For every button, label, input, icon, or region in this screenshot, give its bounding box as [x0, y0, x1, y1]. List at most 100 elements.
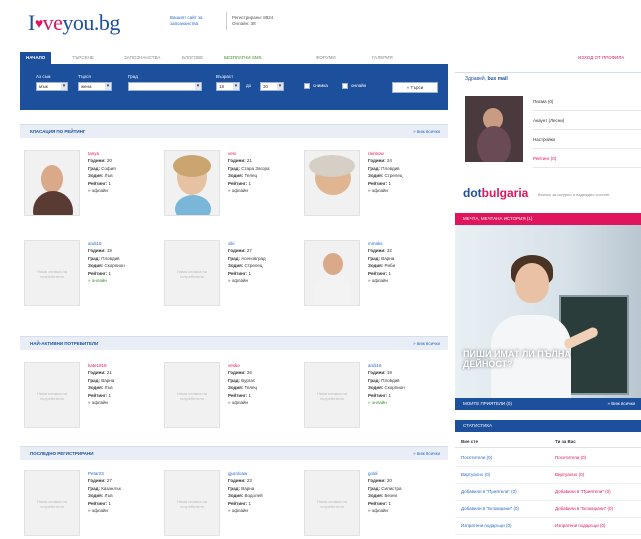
profile-card[interactable]: mmaks Години: 32 Град: Варна Зодия: Риби… [300, 236, 440, 312]
user-panel: Здравей, bux mail Писма (0) Акаунт (Лесн… [455, 70, 641, 170]
view-all-link[interactable]: » виж всички [413, 451, 440, 456]
no-photo-placeholder[interactable]: Няма снимка на потребителя [24, 470, 80, 536]
seek-select[interactable]: жена [78, 82, 112, 91]
site-stats: Регистрирани: 8924 Онлайн: 38 [232, 15, 273, 27]
profile-card[interactable]: Няма снимка на потребителя gjuroloaw Год… [160, 466, 300, 539]
menu-item-settings[interactable]: Настройки [533, 130, 641, 149]
profile-card[interactable]: vesi Години: 21 Град: Стара Загора Зодия… [160, 146, 300, 222]
photo-checkbox-label: снимка [313, 83, 328, 88]
status-text: » офлайн [88, 188, 108, 194]
status-text: » офлайн [368, 508, 388, 514]
profile-nick[interactable]: andi18 [368, 362, 438, 369]
logout-link[interactable]: Изход от профила [578, 52, 624, 64]
profile-card[interactable]: Няма снимка на потребителя vesko Години:… [160, 358, 300, 434]
profile-nick[interactable]: kate1919 [88, 362, 158, 369]
tab-dating[interactable]: Запознанства [124, 52, 160, 64]
profile-nick[interactable]: vesko [228, 362, 298, 369]
tab-search[interactable]: Търсене [72, 52, 94, 64]
view-all-link[interactable]: » виж всички [413, 129, 440, 134]
stats-col-you: Вие сте [461, 439, 478, 444]
online-count: Онлайн: 38 [232, 21, 256, 26]
profile-card[interactable]: Няма снимка на потребителя viki Години: … [160, 236, 300, 312]
section-title: Най-активни потребители [30, 341, 99, 346]
tab-gallery[interactable]: Галерия [372, 52, 393, 64]
profile-card[interactable]: Няма снимка на потребителя Petar23 Годин… [20, 466, 160, 539]
profile-nick[interactable]: Petar23 [88, 470, 158, 477]
stats-columns: Вие сте Ти за Вас [455, 436, 641, 448]
profile-nick[interactable]: goldi [368, 470, 438, 477]
profile-nick[interactable]: rainbow [368, 150, 438, 157]
menu-item-messages[interactable]: Писма (0) [533, 92, 641, 111]
photo-checkbox[interactable] [304, 83, 310, 89]
profile-photo[interactable] [164, 150, 220, 216]
iam-label: Аз съм [36, 74, 51, 79]
stats-row: Виртуално (0) Виртуално (0) [455, 467, 641, 484]
profile-card[interactable]: rainbow Години: 24 Град: Пловдив Зодия: … [300, 146, 440, 222]
no-photo-placeholder[interactable]: Няма снимка на потребителя [24, 240, 80, 306]
section-title: Класация по рейтинг [30, 129, 86, 134]
tab-forums[interactable]: Форуми [316, 52, 336, 64]
age-label: Възраст [216, 74, 234, 79]
person-image [515, 263, 549, 303]
profile-nick[interactable]: tanya [88, 150, 158, 157]
section-title: Последно регистрирани [30, 451, 94, 456]
age-to-label: до [246, 83, 252, 88]
username[interactable]: bux mail [487, 76, 507, 82]
menu-item-account[interactable]: Акаунт (Лесни) [533, 111, 641, 130]
profile-nick[interactable]: mmaks [368, 240, 438, 247]
no-photo-placeholder[interactable]: Няма снимка на потребителя [24, 362, 80, 428]
no-photo-placeholder[interactable]: Няма снимка на потребителя [164, 470, 220, 536]
status-text: » офлайн [228, 278, 248, 284]
age-from-select[interactable]: 18 [216, 82, 240, 91]
menu-item-rating[interactable]: Рейтинг (0) [533, 149, 641, 168]
no-photo-placeholder[interactable]: Няма снимка на потребителя [304, 470, 360, 536]
dotbulgaria-logo[interactable]: dotbulgaria [463, 186, 528, 200]
stats-header: Статистика [455, 420, 641, 432]
profile-nick[interactable]: vesi [228, 150, 298, 157]
story-bar[interactable]: Мечта, мечтана история (1) [455, 213, 641, 225]
dotbulgaria-tagline: Всичко за сигурно и надеждно хостинг [538, 192, 610, 197]
ad-banner[interactable]: ПИШИ ИМАТ ЛИ ПЪЛНА ДЕЙНОСТ? [455, 225, 641, 398]
active-section-header: Най-активни потребители » виж всички [20, 336, 448, 350]
no-photo-placeholder[interactable]: Няма снимка на потребителя [304, 362, 360, 428]
view-all-link[interactable]: » виж всички [413, 341, 440, 346]
heart-icon: ♥ [34, 17, 43, 32]
tab-free-sms[interactable]: Безплатни SMS [224, 52, 262, 64]
no-photo-placeholder[interactable]: Няма снимка на потребителя [164, 362, 220, 428]
profile-photo[interactable] [304, 150, 360, 216]
online-checkbox[interactable] [342, 83, 348, 89]
friends-label[interactable]: Моите приятели (0) [463, 398, 512, 410]
iam-select[interactable]: мъж [36, 82, 68, 91]
profile-card[interactable]: Няма снимка на потребителя goldi Години:… [300, 466, 440, 539]
no-photo-placeholder[interactable]: Няма снимка на потребителя [164, 240, 220, 306]
user-menu: Писма (0) Акаунт (Лесни) Настройки Рейти… [533, 92, 641, 168]
profile-card[interactable]: Няма снимка на потребителя andi18 Години… [20, 236, 160, 312]
online-checkbox-label: онлайн [351, 83, 367, 88]
ad-text: ПИШИ ИМАТ ЛИ ПЪЛНА ДЕЙНОСТ? [463, 349, 571, 369]
profile-card[interactable]: Няма снимка на потребителя andi18 Години… [300, 358, 440, 434]
search-button[interactable]: » Търси [392, 82, 438, 93]
site-logo[interactable]: I♥veyou.bg [28, 10, 120, 36]
profile-nick[interactable]: viki [228, 240, 298, 247]
stats-row: Добавили в "Блокирани" (0) Добавили в "Б… [455, 501, 641, 518]
profile-nick[interactable]: gjuroloaw [228, 470, 298, 477]
profile-nick[interactable]: andi18 [88, 240, 158, 247]
tab-blogs[interactable]: Блогове [182, 52, 203, 64]
age-to-select[interactable]: 30 [260, 82, 284, 91]
user-avatar[interactable] [465, 96, 523, 162]
header-divider [226, 12, 227, 30]
profile-card[interactable]: Няма снимка на потребителя kate1919 Годи… [20, 358, 160, 434]
profile-photo[interactable] [304, 240, 360, 306]
city-select[interactable] [128, 82, 202, 91]
profile-photo[interactable] [24, 150, 80, 216]
status-text: » офлайн [228, 508, 248, 514]
tab-home[interactable]: Начало [20, 52, 52, 64]
status-text: » офлайн [88, 508, 108, 514]
tagline-link[interactable]: Вашият сайт за запознанства [170, 15, 222, 27]
site-header: I♥veyou.bg Вашият сайт за запознанства Р… [0, 0, 641, 48]
profile-card[interactable]: tanya Години: 20 Град: София Зодия: Лъв … [20, 146, 160, 222]
status-text: » офлайн [368, 278, 388, 284]
friends-view-all[interactable]: » Виж всички [608, 398, 635, 410]
status-text: » офлайн [228, 188, 248, 194]
stats-col-others: Ти за Вас [555, 439, 576, 444]
